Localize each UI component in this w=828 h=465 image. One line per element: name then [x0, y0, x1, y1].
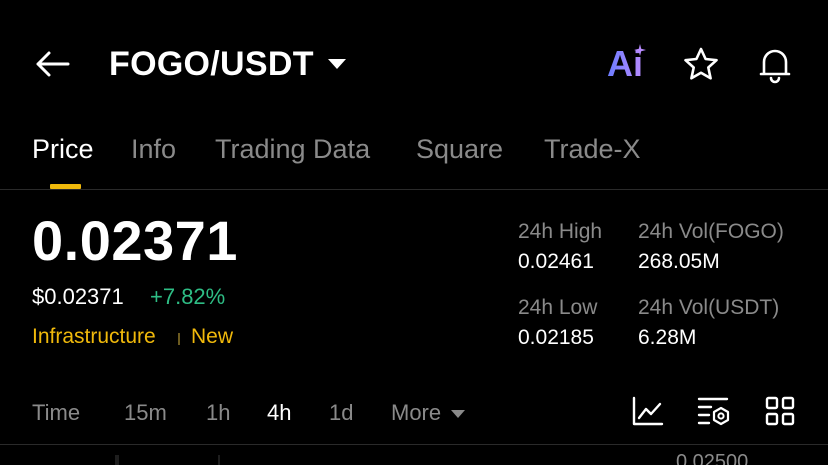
interval-4h[interactable]: 4h — [267, 400, 291, 426]
back-arrow-icon[interactable] — [30, 44, 74, 84]
interval-more-dropdown[interactable]: More — [391, 400, 466, 426]
interval-1d[interactable]: 1d — [329, 400, 353, 426]
last-price: 0.02371 — [32, 209, 238, 272]
chart-settings-icon[interactable] — [696, 393, 732, 429]
bell-icon[interactable] — [752, 42, 798, 86]
tab-info[interactable]: Info — [131, 134, 176, 165]
tab-trade-x[interactable]: Trade-X — [544, 134, 641, 165]
ai-assistant-button[interactable]: Ai — [602, 42, 648, 86]
chart-grid-line — [218, 455, 220, 465]
stat-24h-vol-quote-label: 24h Vol(USDT) — [638, 296, 780, 319]
stat-24h-vol-base-value: 268.05M — [638, 250, 720, 273]
category-tag-new[interactable]: New — [191, 325, 233, 349]
pair-name: FOGO/USDT — [109, 44, 314, 83]
category-tag-infrastructure[interactable]: Infrastructure — [32, 325, 156, 349]
chart-grid-line — [115, 455, 119, 465]
tab-bar: Price Info Trading Data Square Trade-X — [0, 126, 828, 190]
header-bar: FOGO/USDT Ai — [0, 0, 828, 126]
pair-selector[interactable]: FOGO/USDT — [109, 40, 346, 88]
interval-more-label: More — [391, 400, 442, 425]
stat-24h-vol-quote-value: 6.28M — [638, 326, 697, 349]
price-change-percent: +7.82% — [150, 284, 226, 309]
interval-15m[interactable]: 15m — [124, 400, 167, 426]
tab-square[interactable]: Square — [416, 134, 503, 165]
layout-grid-icon[interactable] — [762, 393, 798, 429]
stat-24h-low-value: 0.02185 — [518, 326, 594, 349]
caret-down-icon — [327, 59, 346, 69]
chart-price-tick: 0.02500 — [676, 451, 749, 465]
chart-indicator-icon[interactable] — [630, 393, 666, 429]
stat-24h-vol-base-label: 24h Vol(FOGO) — [638, 220, 784, 243]
stat-24h-low-label: 24h Low — [518, 296, 598, 319]
interval-time[interactable]: Time — [32, 400, 80, 426]
active-tab-indicator — [50, 184, 81, 189]
tag-separator — [178, 333, 180, 345]
tab-price[interactable]: Price — [32, 134, 94, 165]
chart-top-divider — [0, 444, 828, 445]
tab-trading-data[interactable]: Trading Data — [215, 134, 370, 165]
sparkle-icon — [634, 44, 646, 56]
price-usd: $0.02371 — [32, 284, 124, 309]
interval-1h[interactable]: 1h — [206, 400, 230, 426]
favorite-star-icon[interactable] — [678, 42, 724, 86]
stat-24h-high-value: 0.02461 — [518, 250, 594, 273]
stat-24h-high-label: 24h High — [518, 220, 603, 243]
caret-down-icon — [451, 410, 466, 419]
